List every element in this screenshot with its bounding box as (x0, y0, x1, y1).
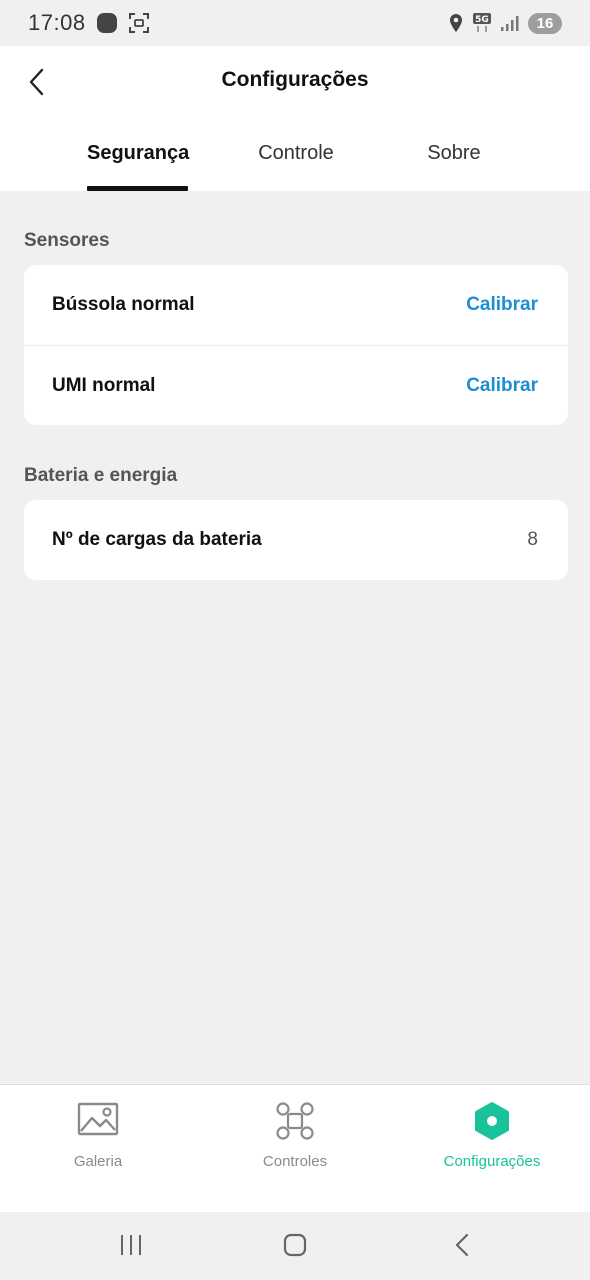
battery-cycles-value: 8 (527, 529, 538, 550)
bottom-navigation: Galeria Controles Configurações (0, 1084, 590, 1213)
nav-item-controles[interactable]: Controles (197, 1085, 393, 1213)
nav-label-galeria: Galeria (73, 1153, 123, 1170)
compass-row: Bússola normal Calibrar (24, 265, 568, 345)
nav-item-galeria[interactable]: Galeria (0, 1085, 196, 1213)
network-label: 5G (475, 15, 489, 25)
back-nav-icon[interactable] (450, 1230, 476, 1260)
nav-label-configuracoes: Configurações (443, 1153, 541, 1170)
recent-apps-icon[interactable] (118, 1230, 144, 1260)
signal-icon (501, 16, 519, 31)
tab-seguranca[interactable]: Segurança (87, 142, 189, 165)
status-left: 17:08 (28, 10, 150, 36)
status-time: 17:08 (28, 10, 86, 35)
status-right: 5G 16 (448, 12, 562, 34)
gallery-icon (77, 1102, 119, 1136)
battery-level: 16 (528, 12, 562, 34)
nav-label-controles: Controles (262, 1153, 328, 1170)
settings-hexagon-icon (475, 1102, 509, 1140)
calibrate-compass-button[interactable]: Calibrar (466, 294, 538, 316)
imu-status-label: UMI normal (52, 374, 156, 396)
tab-bar: Segurança Controle Sobre (0, 142, 590, 191)
calibrate-imu-button[interactable]: Calibrar (466, 375, 538, 397)
location-icon (450, 14, 462, 32)
notification-dot-icon (96, 13, 117, 33)
sensors-card: Bússola normal Calibrar UMI normal Calib… (24, 265, 568, 425)
section-label-sensors: Sensores (24, 230, 110, 251)
active-tab-indicator (87, 186, 188, 191)
battery-cycles-row: Nº de cargas da bateria 8 (24, 500, 568, 580)
system-navigation-bar (0, 1212, 590, 1280)
drone-icon (276, 1102, 314, 1140)
screenshot-icon (128, 13, 149, 33)
status-bar: 17:08 5G 16 (0, 0, 590, 46)
battery-card: Nº de cargas da bateria 8 (24, 500, 568, 580)
page-title: Configurações (221, 68, 369, 91)
section-label-battery: Bateria e energia (24, 465, 178, 486)
battery-cycles-label: Nº de cargas da bateria (52, 529, 262, 550)
network-5g-icon: 5G (473, 13, 491, 32)
app-header: Configurações Segurança Controle Sobre (0, 46, 590, 191)
tab-controle[interactable]: Controle (246, 142, 346, 165)
nav-item-configuracoes[interactable]: Configurações (394, 1085, 590, 1213)
imu-row: UMI normal Calibrar (24, 345, 568, 425)
home-icon[interactable] (282, 1230, 308, 1260)
compass-status-label: Bússola normal (52, 294, 195, 315)
tab-sobre[interactable]: Sobre (404, 142, 504, 165)
